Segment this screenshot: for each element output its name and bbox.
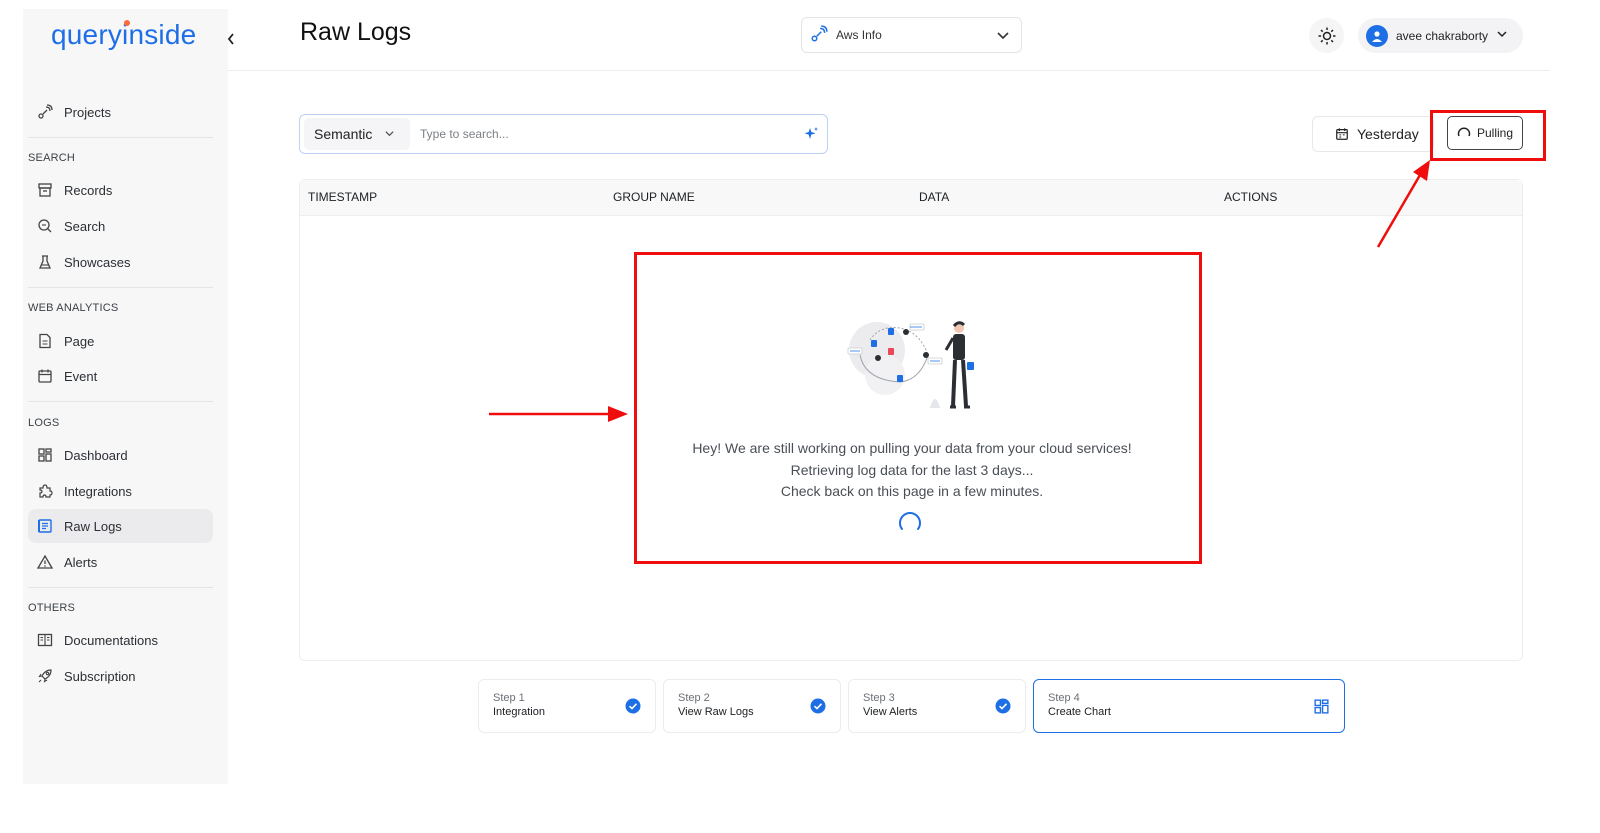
collapse-sidebar-button[interactable] [221,29,241,49]
project-select-value: Aws Info [836,28,882,42]
grid-icon [36,446,54,464]
warning-icon [36,553,54,571]
book-icon [36,631,54,649]
theme-toggle-button[interactable] [1309,18,1344,53]
step-label: View Alerts [863,706,918,718]
search-bar: Semantic [299,114,828,154]
step-label: View Raw Logs [678,706,754,718]
check-circle-icon [810,698,826,714]
ai-sparkle-icon[interactable] [803,126,819,147]
divider [28,401,213,402]
project-select[interactable]: Aws Info [801,17,1022,53]
date-range-label: Yesterday [1357,126,1419,142]
step-number: Step 3 [863,692,895,704]
avatar [1366,24,1388,47]
sidebar-item-event[interactable]: Event [28,359,213,393]
column-header-actions[interactable]: ACTIONS [1224,190,1277,204]
sidebar-item-label: Alerts [64,554,98,570]
sidebar-item-raw-logs[interactable]: Raw Logs [28,509,213,543]
step-number: Step 2 [678,692,710,704]
sidebar-item-records[interactable]: Records [28,173,213,207]
step-number: Step 4 [1048,692,1080,704]
sidebar-item-page[interactable]: Page [28,324,213,358]
search-input[interactable] [420,127,790,141]
calendar-icon [36,367,54,385]
step-number: Step 1 [493,692,525,704]
sidebar-item-label: Documentations [64,632,158,648]
table-header: TIMESTAMP GROUP NAME DATA ACTIONS [300,180,1522,216]
document-icon [36,332,54,350]
sidebar-item-label: Projects [64,104,111,120]
check-circle-icon [995,698,1011,714]
divider [28,137,213,138]
header-divider [228,70,1550,71]
sidebar-item-label: Subscription [64,668,136,684]
sidebar-item-label: Integrations [64,483,132,499]
puzzle-icon [36,482,54,500]
logs-icon [36,517,54,535]
calendar-icon [1335,127,1349,141]
annotation-highlight-pulling-button [1430,110,1546,161]
sidebar-item-dashboard[interactable]: Dashboard [28,438,213,472]
sidebar: queryinside Projects SEARCH Records Sear… [23,9,234,784]
chevron-left-icon [227,33,234,45]
sidebar-item-label: Records [64,182,113,198]
satellite-icon [810,24,828,46]
rocket-icon [36,667,54,685]
step-card-2[interactable]: Step 2 View Raw Logs [663,679,841,733]
section-web-analytics: WEB ANALYTICS [28,302,119,314]
search-mode-value: Semantic [314,126,373,142]
sidebar-item-label: Raw Logs [64,518,122,534]
column-header-group-name[interactable]: GROUP NAME [613,190,695,204]
date-range-button[interactable]: Yesterday [1312,116,1434,152]
sidebar-item-label: Dashboard [64,447,128,463]
sidebar-item-documentations[interactable]: Documentations [28,623,213,657]
user-icon [1372,30,1382,42]
sidebar-item-alerts[interactable]: Alerts [28,545,213,579]
section-logs: LOGS [28,417,60,429]
chevron-down-icon [1496,28,1508,43]
section-search: SEARCH [28,152,76,164]
grid-icon [1314,699,1329,714]
sidebar-item-subscription[interactable]: Subscription [28,659,213,693]
sidebar-item-integrations[interactable]: Integrations [28,474,213,508]
sidebar-item-label: Event [64,368,98,384]
satellite-icon [36,103,54,121]
annotation-highlight-empty-state [634,252,1202,564]
brand-logo[interactable]: queryinside [51,19,196,51]
step-card-4[interactable]: Step 4 Create Chart [1033,679,1345,733]
check-circle-icon [625,698,641,714]
column-header-timestamp[interactable]: TIMESTAMP [308,190,377,204]
chevron-down-icon [995,27,1011,46]
divider [28,587,213,588]
search-mode-select[interactable]: Semantic [304,118,410,150]
user-name: avee chakraborty [1396,28,1489,43]
flask-icon [36,253,54,271]
page-title: Raw Logs [300,18,412,46]
column-header-data[interactable]: DATA [919,190,949,204]
user-menu-button[interactable]: avee chakraborty [1358,18,1523,53]
step-card-3[interactable]: Step 3 View Alerts [848,679,1026,733]
divider [28,287,213,288]
sidebar-item-showcases[interactable]: Showcases [28,245,213,279]
chevron-down-icon [384,126,395,142]
search-icon [36,217,54,235]
step-card-1[interactable]: Step 1 Integration [478,679,656,733]
sidebar-item-projects[interactable]: Projects [28,95,213,129]
sidebar-item-label: Page [64,333,95,349]
logo-dot [124,20,130,26]
archive-icon [36,181,54,199]
sun-icon [1318,27,1335,44]
step-label: Create Chart [1048,706,1111,718]
step-label: Integration [493,706,545,718]
sidebar-item-label: Search [64,218,106,234]
sidebar-item-label: Showcases [64,254,131,270]
section-others: OTHERS [28,602,76,614]
sidebar-item-search[interactable]: Search [28,209,213,243]
